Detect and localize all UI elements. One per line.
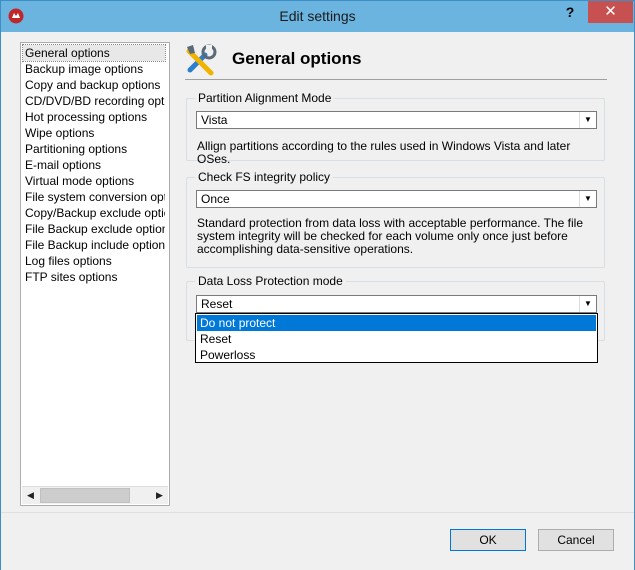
nav-item[interactable]: Copy and backup options [23,77,165,93]
nav-item[interactable]: Wipe options [23,125,165,141]
data-loss-dropdown-list[interactable]: Do not protect Reset Powerloss [195,313,598,363]
chevron-down-icon[interactable]: ▼ [579,296,596,312]
nav-item[interactable]: File system conversion options [23,189,165,205]
nav-item[interactable]: Virtual mode options [23,173,165,189]
client-area: General options Backup image options Copy … [9,32,626,512]
dropdown-option[interactable]: Powerloss [197,347,596,363]
data-loss-label: Data Loss Protection mode [195,274,346,288]
chevron-down-icon[interactable]: ▼ [579,191,596,207]
nav-item[interactable]: CD/DVD/BD recording options [23,93,165,109]
nav-item[interactable]: Log files options [23,253,165,269]
dropdown-option[interactable]: Do not protect [197,315,596,331]
nav-item[interactable]: E-mail options [23,157,165,173]
data-loss-value: Reset [201,297,233,311]
nav-item[interactable]: File Backup exclude options [23,221,165,237]
chevron-down-icon[interactable]: ▼ [579,112,596,128]
data-loss-select[interactable]: Reset ▼ [196,295,597,313]
horizontal-scrollbar[interactable]: ◀ ▶ [22,486,168,504]
window-title: Edit settings [279,8,356,24]
scroll-left-button[interactable]: ◀ [22,487,39,504]
nav-item[interactable]: Copy/Backup exclude options [23,205,165,221]
nav-item[interactable]: File Backup include options [23,237,165,253]
cancel-button[interactable]: Cancel [538,529,614,551]
tools-icon [186,44,217,76]
nav-item[interactable]: Backup image options [23,61,165,77]
edit-settings-window: Edit settings ? ✕ General options Backup … [0,0,635,570]
close-button[interactable]: ✕ [588,1,633,23]
nav-item[interactable]: Partitioning options [23,141,165,157]
scroll-right-button[interactable]: ▶ [151,487,168,504]
ok-button[interactable]: OK [450,529,526,551]
page-title: General options [232,49,362,68]
partition-alignment-label: Partition Alignment Mode [195,91,335,105]
help-button[interactable]: ? [553,1,587,23]
partition-alignment-description: Allign partitions according to the rules… [197,139,571,166]
partition-alignment-group: Partition Alignment Mode Vista ▼ Allign … [186,91,605,166]
title-bar[interactable]: Edit settings ? ✕ [1,1,634,32]
nav-item[interactable]: Hot processing options [23,109,165,125]
nav-item[interactable]: General options [22,44,166,62]
fs-integrity-value: Once [201,192,230,206]
partition-alignment-value: Vista [201,113,228,127]
fs-integrity-description: Standard protection from data loss with … [197,216,583,256]
dropdown-option[interactable]: Reset [197,331,596,347]
scrollbar-thumb[interactable] [40,488,130,503]
header-divider [185,79,607,80]
fs-integrity-select[interactable]: Once ▼ [196,190,597,208]
fs-integrity-group: Check FS integrity policy Once ▼ Standar… [186,170,605,268]
dialog-footer: OK Cancel [1,512,634,570]
fs-integrity-label: Check FS integrity policy [195,170,334,184]
nav-item[interactable]: FTP sites options [23,269,165,285]
options-list[interactable]: General options Backup image options Copy … [20,42,170,506]
partition-alignment-select[interactable]: Vista ▼ [196,111,597,129]
